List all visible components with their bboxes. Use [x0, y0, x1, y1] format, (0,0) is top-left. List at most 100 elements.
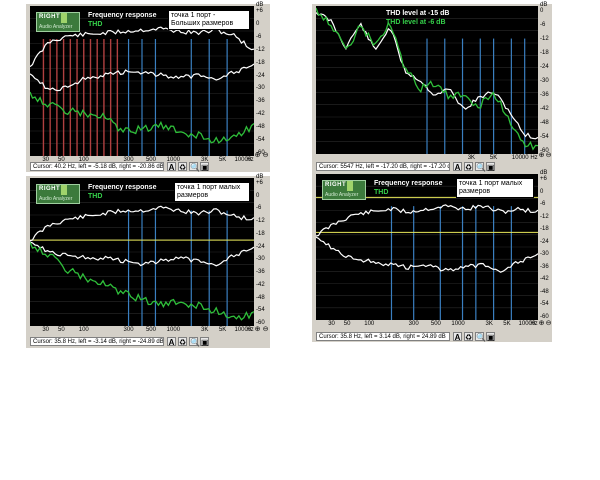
y-tick-label: +6	[256, 8, 263, 14]
y-tick-label: 0	[256, 192, 260, 199]
font-icon[interactable]: A	[167, 162, 176, 172]
recycle-icon[interactable]: ♻	[178, 162, 187, 172]
legend-frequency-response: Frequency response	[88, 12, 157, 19]
analyzer-panel-4: RIGHT Audio Analyzer Frequency response …	[312, 170, 552, 342]
y-tick-label: -36	[256, 98, 265, 105]
analyzer-panel-2: THD level at -15 dB THD level at -6 dB 0…	[312, 2, 552, 172]
note-line-1: точка 1 порт малых	[177, 184, 241, 191]
y-unit-label: dB	[540, 170, 548, 176]
cursor-status: Cursor: 40.2 Hz, left = -5.18 dB, right …	[30, 162, 164, 171]
note-line-2: размеров	[459, 188, 491, 195]
plot-area-4[interactable]: RIGHT Audio Analyzer Frequency response …	[316, 174, 538, 320]
x-tick-label: 30	[328, 321, 335, 327]
y-tick-label: -6	[256, 205, 262, 212]
y-tick-label: 0	[540, 188, 544, 195]
note-line-2: размеров	[177, 192, 209, 199]
y-tick-label: +6	[540, 176, 547, 182]
annotation-note: точка 1 порт малых размеров	[174, 182, 250, 202]
y-tick-label: +6	[256, 180, 263, 186]
x-tick-label: 1000	[166, 327, 181, 333]
recycle-icon[interactable]: ♻	[464, 162, 473, 172]
rightmark-logo: RIGHT Audio Analyzer	[322, 180, 366, 200]
magnifier-icon[interactable]: 🔍	[189, 162, 200, 172]
save-icon[interactable]: ▣	[200, 162, 209, 172]
x-unit-label: Hz	[246, 327, 254, 333]
plot-area-2[interactable]: THD level at -15 dB THD level at -6 dB	[316, 6, 538, 154]
rightmark-logo: RIGHT Audio Analyzer	[36, 184, 80, 204]
y-tick-label: -6	[540, 201, 546, 208]
y-tick-label: -54	[256, 137, 265, 144]
white-trace	[316, 236, 538, 273]
zoom-in-icon[interactable]: ⊕	[538, 152, 545, 159]
save-icon[interactable]: ▣	[200, 337, 209, 347]
plot-area-1[interactable]: RIGHT Audio Analyzer Frequency response …	[30, 6, 254, 156]
zoom-in-icon[interactable]: ⊕	[254, 152, 261, 159]
x-tick-label: 100	[78, 327, 89, 333]
x-tick-label: 100	[364, 321, 375, 327]
y-tick-label: -18	[540, 226, 549, 233]
zoom-out-icon[interactable]: ⊖	[262, 326, 269, 333]
y-tick-label: -12	[256, 218, 265, 225]
annotation-note: точка 1 порт малых размеров	[456, 178, 534, 198]
zoom-in-icon[interactable]: ⊕	[538, 320, 545, 327]
save-icon[interactable]: ▣	[486, 332, 495, 342]
cursor-status: Cursor: 35.8 Hz, left = 3.14 dB, right =…	[316, 332, 450, 341]
zoom-out-icon[interactable]: ⊖	[545, 320, 552, 327]
x-tick-label: 500	[430, 321, 441, 327]
magnifier-icon[interactable]: 🔍	[189, 337, 200, 347]
plot-area-3[interactable]: RIGHT Audio Analyzer Frequency response …	[30, 178, 254, 326]
zoom-out-icon[interactable]: ⊖	[262, 152, 269, 159]
rightmark-logo: RIGHT Audio Analyzer	[36, 12, 80, 32]
logo-subtitle: Audio Analyzer	[39, 24, 73, 30]
recycle-icon[interactable]: ♻	[178, 337, 187, 347]
y-unit-label: dB	[540, 2, 548, 8]
save-icon[interactable]: ▣	[486, 162, 495, 172]
logo-mark	[61, 185, 67, 195]
legend-thd: THD	[88, 21, 103, 28]
x-unit-label: Hz	[530, 155, 538, 161]
x-tick-label: 3K	[201, 327, 209, 333]
y-unit-label: dB	[256, 2, 264, 8]
y-tick-label: -54	[540, 134, 549, 140]
y-tick-label: -36	[256, 269, 265, 276]
y-tick-label: -42	[540, 106, 549, 112]
font-icon[interactable]: A	[453, 332, 462, 342]
logo-subtitle: Audio Analyzer	[325, 192, 359, 198]
magnifier-icon[interactable]: 🔍	[475, 332, 486, 342]
y-tick-label: -48	[540, 120, 549, 126]
x-tick-label: 1000	[451, 321, 465, 327]
font-icon[interactable]: A	[453, 162, 462, 172]
note-line-1: точка 1 порт малых	[459, 180, 523, 187]
y-tick-label: -36	[540, 92, 549, 98]
y-tick-label: -42	[256, 111, 265, 118]
x-tick-label: 30	[42, 327, 50, 333]
x-tick-label: 5K	[218, 157, 227, 163]
legend-thd-15db: THD level at -15 dB	[386, 10, 450, 17]
y-tick-label: -24	[540, 64, 549, 70]
y-tick-label: 0	[540, 8, 544, 14]
y-tick-label: 0	[256, 20, 260, 27]
y-tick-label: -18	[256, 230, 265, 237]
font-icon[interactable]: A	[167, 337, 176, 347]
y-tick-label: -42	[256, 281, 265, 288]
y-tick-label: -12	[256, 46, 265, 53]
plot-svg-2	[316, 7, 538, 154]
y-tick-label: -48	[540, 288, 549, 295]
y-tick-label: -18	[256, 59, 265, 66]
logo-text: RIGHT	[325, 182, 347, 188]
y-tick-label: -48	[256, 124, 265, 131]
x-unit-label: Hz	[246, 157, 254, 163]
y-tick-label: -12	[540, 36, 549, 42]
legend-frequency-response: Frequency response	[374, 180, 443, 187]
magnifier-icon[interactable]: 🔍	[475, 162, 486, 172]
zoom-out-icon[interactable]: ⊖	[545, 152, 552, 159]
y-tick-label: -12	[540, 213, 549, 220]
x-tick-label: 50	[58, 327, 65, 333]
y-tick-label: -6	[540, 22, 546, 28]
y-tick-label: -30	[256, 85, 265, 92]
y-tick-label: -18	[540, 50, 549, 56]
y-tick-label: -54	[540, 301, 549, 308]
zoom-in-icon[interactable]: ⊕	[254, 326, 261, 333]
x-tick-label: 3K	[467, 155, 476, 161]
recycle-icon[interactable]: ♻	[464, 332, 473, 342]
